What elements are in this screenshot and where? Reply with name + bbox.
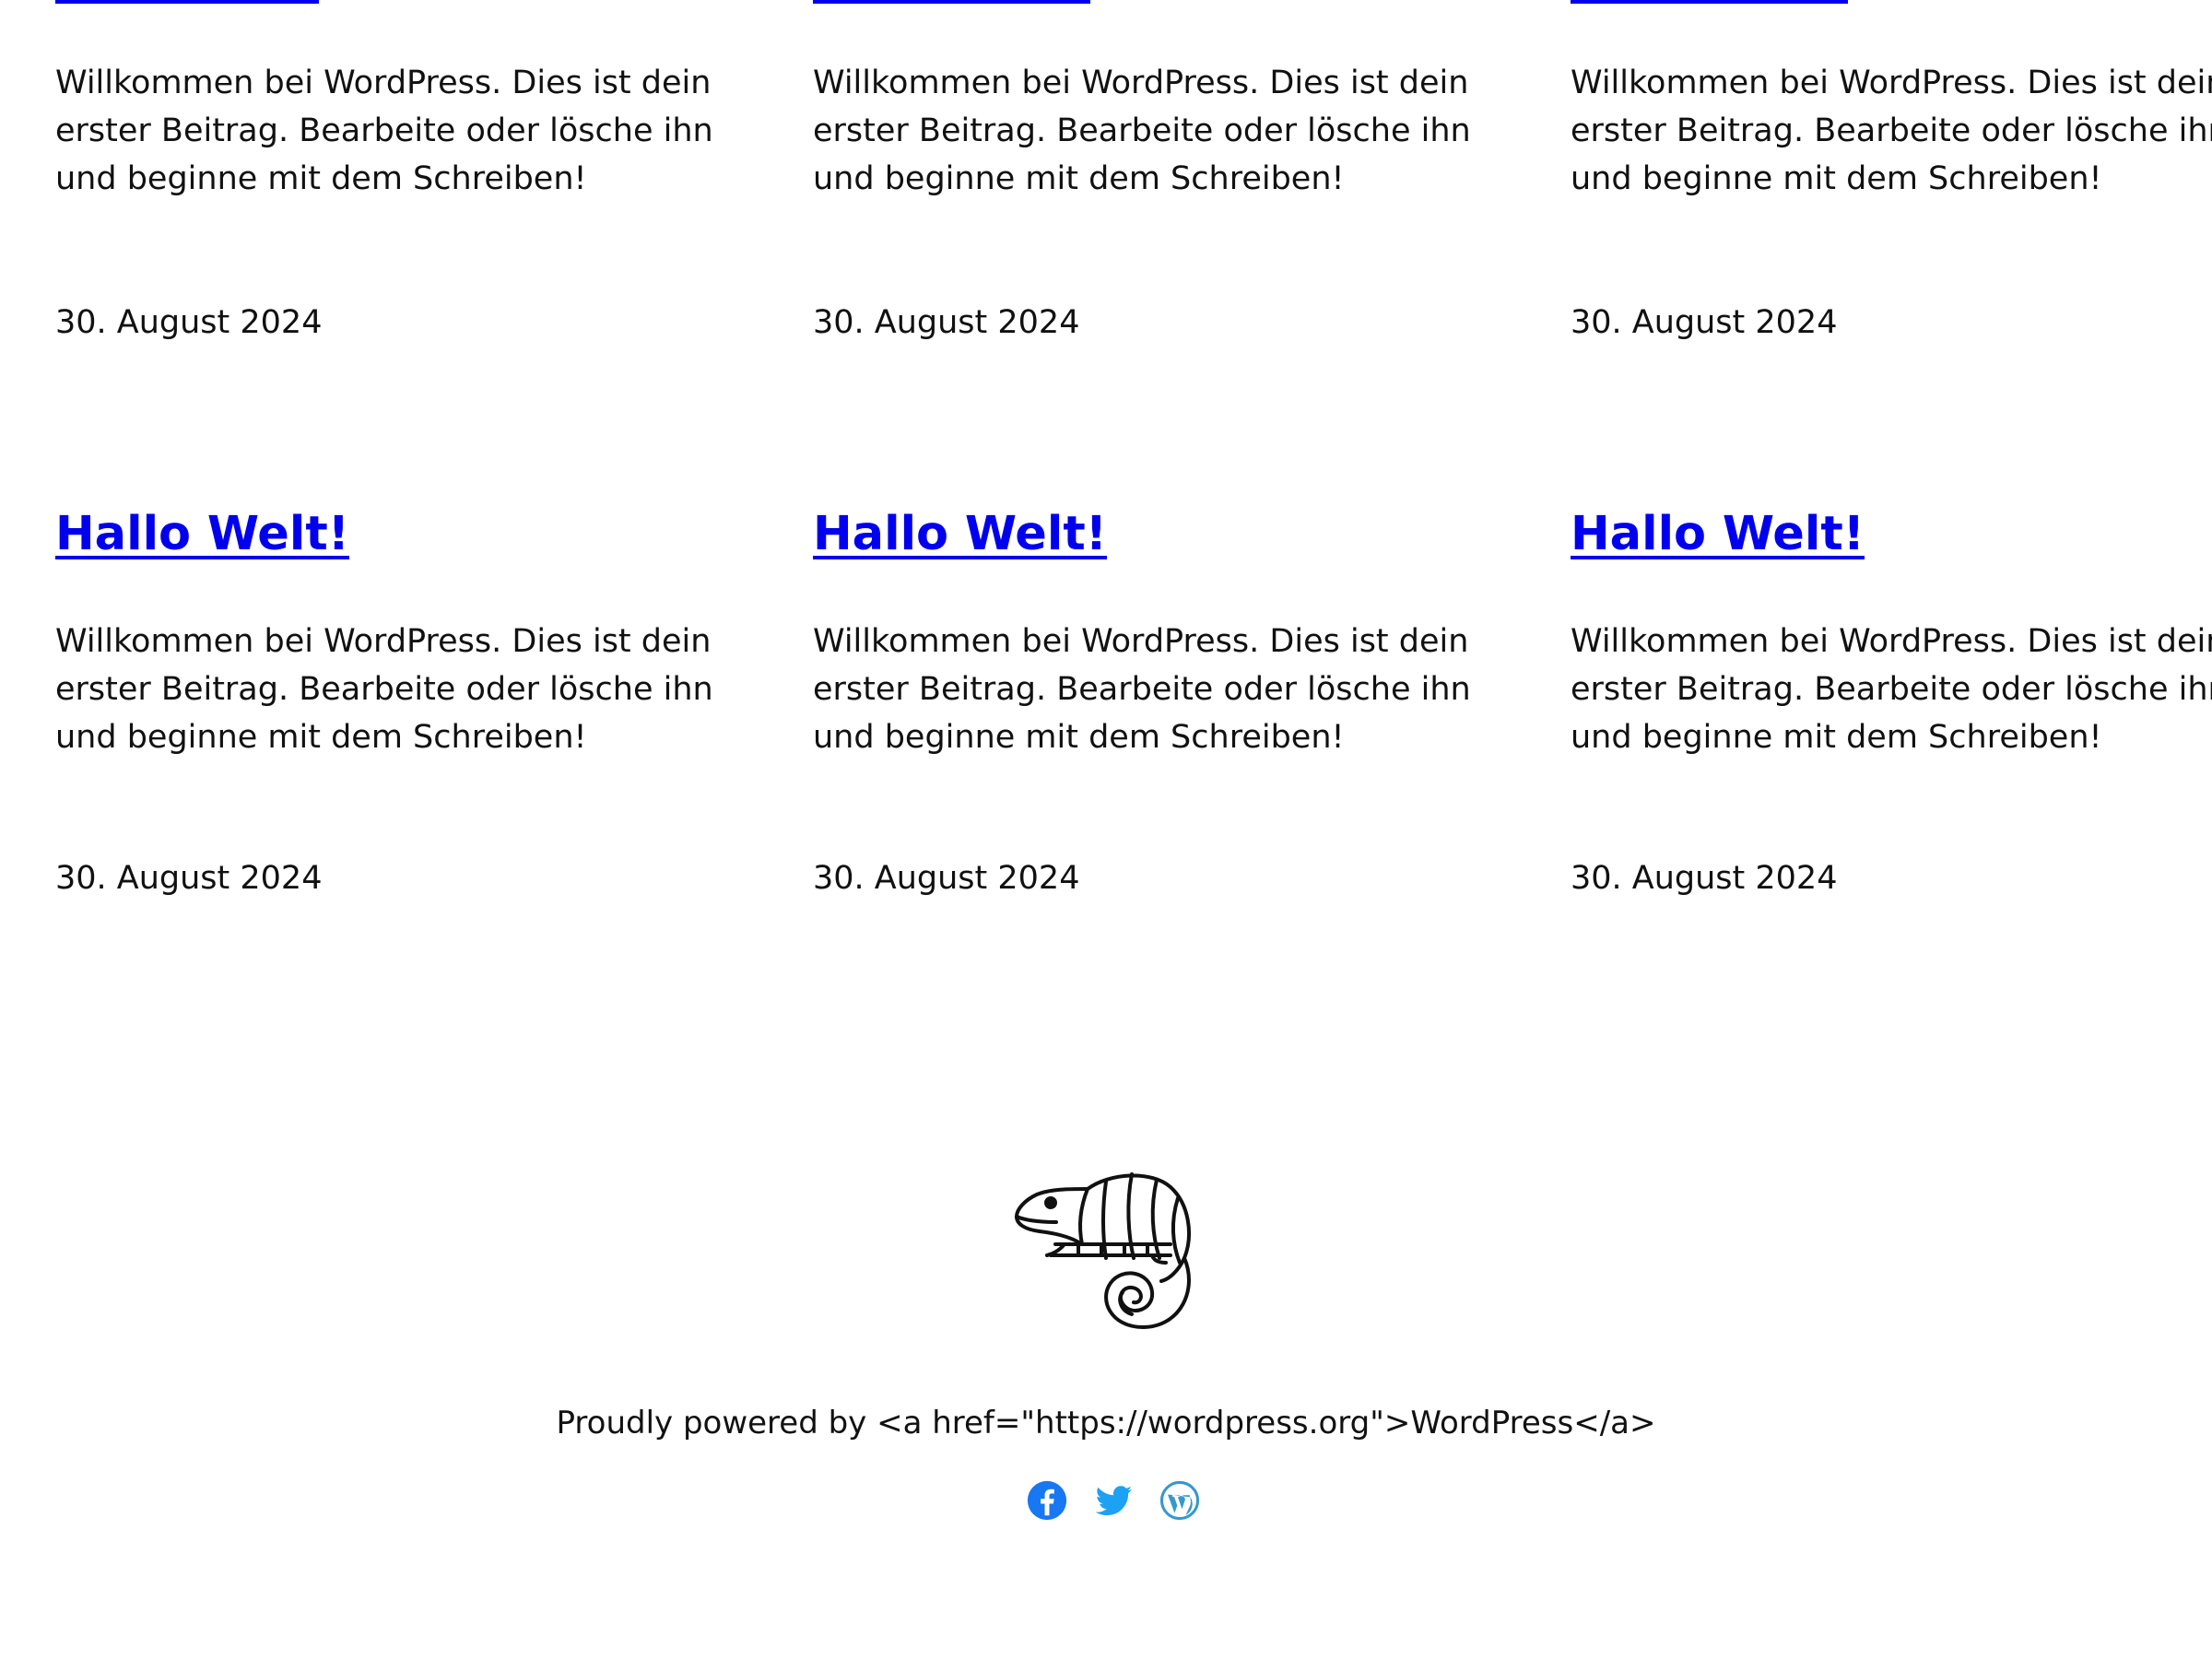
post-date: 30. August 2024 xyxy=(813,860,1080,897)
post-excerpt: Willkommen bei WordPress. Dies ist dein … xyxy=(813,623,1471,756)
post-title-link[interactable]: Hallo Welt! xyxy=(813,507,1107,562)
post-excerpt: Willkommen bei WordPress. Dies ist dein … xyxy=(813,65,1471,197)
post-grid: Willkommen bei WordPress. Dies ist dein … xyxy=(0,0,2212,922)
post-excerpt: Willkommen bei WordPress. Dies ist dein … xyxy=(1571,623,2212,756)
facebook-icon[interactable] xyxy=(1026,1479,1068,1522)
post-date: 30. August 2024 xyxy=(1571,860,1838,897)
post-excerpt: Willkommen bei WordPress. Dies ist dein … xyxy=(55,65,713,197)
post-title-link[interactable]: Hallo Welt! xyxy=(1571,507,1865,562)
post-date: 30. August 2024 xyxy=(813,304,1080,341)
post-excerpt: Willkommen bei WordPress. Dies ist dein … xyxy=(1571,65,2212,197)
post-date: 30. August 2024 xyxy=(55,304,323,341)
post-excerpt: Willkommen bei WordPress. Dies ist dein … xyxy=(55,623,713,756)
post-date: 30. August 2024 xyxy=(1571,304,1838,341)
post-date: 30. August 2024 xyxy=(55,860,323,897)
twitter-icon[interactable] xyxy=(1092,1479,1135,1522)
social-links xyxy=(1018,1479,1203,1525)
wordpress-icon[interactable] xyxy=(1159,1479,1201,1522)
post-title-link[interactable]: Hallo Welt! xyxy=(55,507,349,562)
footer-credit-text: Proudly powered by <a href="https://word… xyxy=(556,1405,1656,1441)
chameleon-logo-icon xyxy=(1014,1171,1207,1332)
